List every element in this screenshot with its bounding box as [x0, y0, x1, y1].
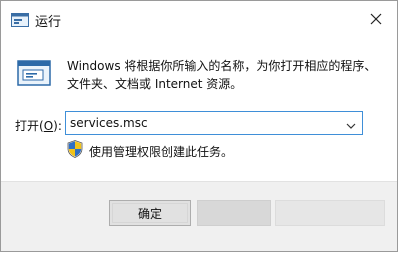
- uac-shield-icon: [67, 140, 83, 158]
- description-text: Windows 将根据你所输入的名称，为你打开相应的程序、文件夹、文档或 Int…: [67, 59, 377, 91]
- browse-button[interactable]: [275, 200, 385, 226]
- run-icon: [11, 12, 29, 27]
- close-icon: [370, 10, 382, 29]
- open-label: 打开(O):: [15, 117, 62, 134]
- run-dialog-icon: [17, 59, 51, 87]
- ok-button-label: 确定: [137, 206, 162, 221]
- ok-button[interactable]: 确定: [109, 200, 191, 226]
- open-label-accesskey: O: [43, 119, 54, 133]
- run-dialog: 运行 Windows 将根据你所输入的名称，为你打开相应的程序、文件夹、文档或 …: [0, 0, 398, 252]
- cancel-button[interactable]: [197, 200, 271, 226]
- open-combobox[interactable]: [65, 111, 363, 135]
- dialog-content: Windows 将根据你所输入的名称，为你打开相应的程序、文件夹、文档或 Int…: [1, 37, 397, 181]
- button-bar: 确定: [1, 181, 397, 251]
- close-button[interactable]: [361, 5, 391, 33]
- window-title: 运行: [35, 15, 62, 30]
- chevron-down-icon: [346, 114, 356, 133]
- title-bar: 运行: [1, 1, 397, 37]
- admin-note: 使用管理权限创建此任务。: [89, 145, 234, 159]
- dropdown-button[interactable]: [342, 114, 360, 132]
- open-input[interactable]: [66, 113, 340, 133]
- open-label-suffix: ):: [53, 119, 62, 133]
- open-label-prefix: 打开(: [15, 119, 44, 133]
